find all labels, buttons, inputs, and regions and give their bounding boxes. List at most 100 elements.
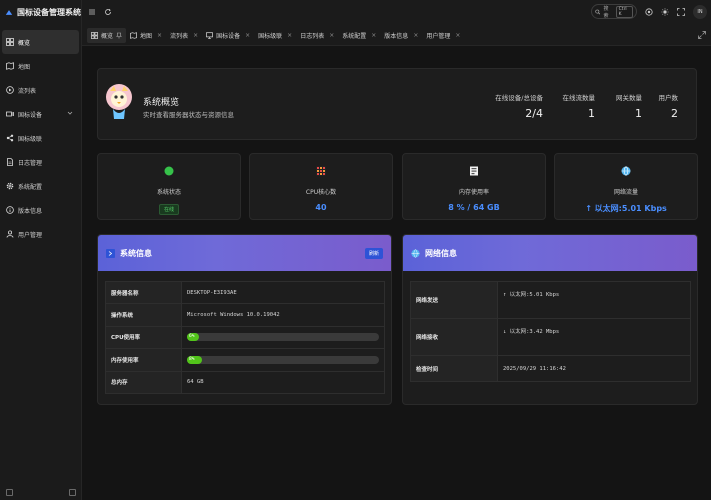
row-key: 总内存 (105, 370, 182, 394)
stat-label: 在线设备/总设备 (495, 94, 543, 102)
sidebar-item-version[interactable]: 版本信息 (2, 198, 79, 222)
tab-users[interactable]: 用户管理 × (422, 28, 464, 43)
stat-value: 2/4 (525, 107, 543, 120)
tab-label: 日志列表 (300, 33, 325, 40)
row-key: 服务器名称 (105, 280, 182, 305)
table-row: 操作系统 Microsoft Windows 10.0.19042 (105, 303, 385, 327)
stat-users: 用户数 2 (659, 92, 679, 120)
github-icon[interactable] (645, 7, 653, 16)
tab-label: 国标级联 (258, 33, 283, 40)
search-icon (595, 9, 601, 15)
sidebar-item-gb-cascade[interactable]: 国标级联 (2, 126, 79, 150)
card-network: 网络流量 ↑ 以太网:5.01 Kbps (554, 153, 698, 220)
card-value: 8 % / 64 GB (448, 203, 500, 212)
grid-icon (91, 32, 98, 39)
row-key: 操作系统 (105, 303, 182, 327)
sidebar-item-label: 用户管理 (18, 231, 43, 239)
card-value: ↑ 以太网:5.01 Kbps (585, 204, 667, 213)
stat-streams: 在线流数量 1 (563, 92, 596, 120)
map-icon (6, 62, 14, 70)
server-icon (106, 248, 115, 258)
expand-icon[interactable] (698, 31, 706, 39)
row-value-cell: 8% (181, 348, 385, 372)
row-key: CPU使用率 (105, 325, 182, 350)
search-box[interactable]: 搜索 Ctrl K (591, 4, 637, 19)
close-icon[interactable]: × (329, 32, 334, 39)
reload-icon[interactable] (104, 8, 112, 16)
sidebar-collapse-icon[interactable] (6, 489, 13, 496)
tab-gb-cascade[interactable]: 国标级联 × (254, 28, 296, 43)
avatar[interactable]: IN (693, 4, 707, 19)
sidebar-item-label: 版本信息 (18, 207, 43, 215)
stat-gateways: 网关数量 1 (616, 92, 642, 120)
overview-card: 系统概览 实时查看服务器状态与资源信息 在线设备/总设备 2/4 在线流数量 1… (97, 68, 697, 140)
topbar-left (88, 8, 112, 16)
panel-title: 系统信息 (120, 248, 152, 258)
card-label: 系统状态 (156, 189, 181, 196)
sidebar-item-map[interactable]: 地图 (2, 54, 79, 78)
stat-value: 2 (671, 107, 678, 120)
tab-map[interactable]: 地图 × (126, 28, 166, 43)
sidebar-item-users[interactable]: 用户管理 (2, 222, 79, 246)
tab-logs[interactable]: 日志列表 × (296, 28, 338, 43)
tab-label: 用户管理 (426, 33, 451, 40)
overview-title: 系统概览 (143, 98, 180, 108)
sidebar-item-gb-devices[interactable]: 国标设备 (2, 102, 79, 126)
network-info-table: 网络发送 ↑ 以太网:5.01 Kbps 网络接收 ↓ 以太网:3.42 Mbp… (410, 281, 691, 382)
fullscreen-icon[interactable] (677, 7, 685, 16)
close-icon[interactable]: × (455, 32, 460, 39)
tab-overview[interactable]: 概览 (87, 28, 127, 43)
app-title: 国标设备管理系统 (17, 7, 81, 17)
sidebar-item-label: 日志管理 (18, 159, 43, 167)
table-row: 网络接收 ↓ 以太网:3.42 Mbps (410, 318, 691, 356)
row-value: 2025/09/29 11:16:42 (497, 355, 691, 382)
stat-value: 1 (588, 107, 595, 120)
row-value-cell: 6% (181, 325, 385, 350)
refresh-button[interactable]: 刷新 (364, 248, 383, 259)
row-key: 内存使用率 (105, 348, 182, 372)
stat-value: 1 (635, 107, 642, 120)
table-row: 内存使用率 8% (105, 348, 385, 372)
panel-header: 网络信息 (403, 235, 697, 271)
mascot-image (106, 84, 132, 119)
tab-label: 版本信息 (384, 33, 409, 40)
table-row: 网络发送 ↑ 以太网:5.01 Kbps (410, 281, 691, 319)
close-icon[interactable]: × (287, 32, 292, 39)
close-icon[interactable]: × (413, 32, 418, 39)
tab-streams[interactable]: 流列表 × (166, 28, 202, 43)
card-value: 40 (315, 203, 327, 212)
menu-icon[interactable] (88, 8, 96, 16)
row-value: ↓ 以太网:3.42 Mbps (497, 318, 691, 356)
stat-label: 网关数量 (616, 94, 642, 102)
tab-settings[interactable]: 系统配置 × (338, 28, 380, 43)
close-icon[interactable]: × (193, 32, 198, 39)
overview-subtitle: 实时查看服务器状态与资源信息 (143, 111, 234, 119)
memory-progress-bar: 8% (187, 355, 379, 364)
globe-icon (621, 166, 631, 176)
sidebar: 国标设备管理系统 概览 地图 流列表 国标设备 国标级联 日志管理 系统配置 版… (0, 0, 82, 500)
system-info-table: 服务器名称 DESKTOP-E3I93AE 操作系统 Microsoft Win… (105, 280, 385, 394)
status-dot-icon (164, 166, 174, 176)
stat-label: 用户数 (658, 94, 679, 102)
sidebar-expand-icon[interactable] (69, 489, 76, 496)
sidebar-item-settings[interactable]: 系统配置 (2, 174, 79, 198)
tab-gb-devices[interactable]: 国标设备 × (202, 28, 254, 43)
chevron-down-icon[interactable] (67, 110, 73, 116)
card-cpu: CPU核心数 40 (249, 153, 393, 220)
pin-icon[interactable] (116, 32, 122, 39)
cpu-progress-bar: 6% (187, 333, 379, 342)
card-label: 内存使用率 (458, 189, 489, 196)
close-icon[interactable]: × (157, 32, 162, 39)
search-shortcut: Ctrl K (615, 5, 633, 18)
close-icon[interactable]: × (245, 32, 250, 39)
row-key: 网络接收 (410, 318, 498, 356)
sidebar-item-streams[interactable]: 流列表 (2, 78, 79, 102)
play-icon (6, 86, 14, 94)
tab-version[interactable]: 版本信息 × (380, 28, 422, 43)
close-icon[interactable]: × (371, 32, 376, 39)
sun-icon[interactable] (661, 7, 669, 16)
sidebar-item-overview[interactable]: 概览 (2, 30, 79, 54)
tab-label: 地图 (140, 33, 153, 40)
card-label: 网络流量 (613, 189, 638, 196)
sidebar-item-logs[interactable]: 日志管理 (2, 150, 79, 174)
